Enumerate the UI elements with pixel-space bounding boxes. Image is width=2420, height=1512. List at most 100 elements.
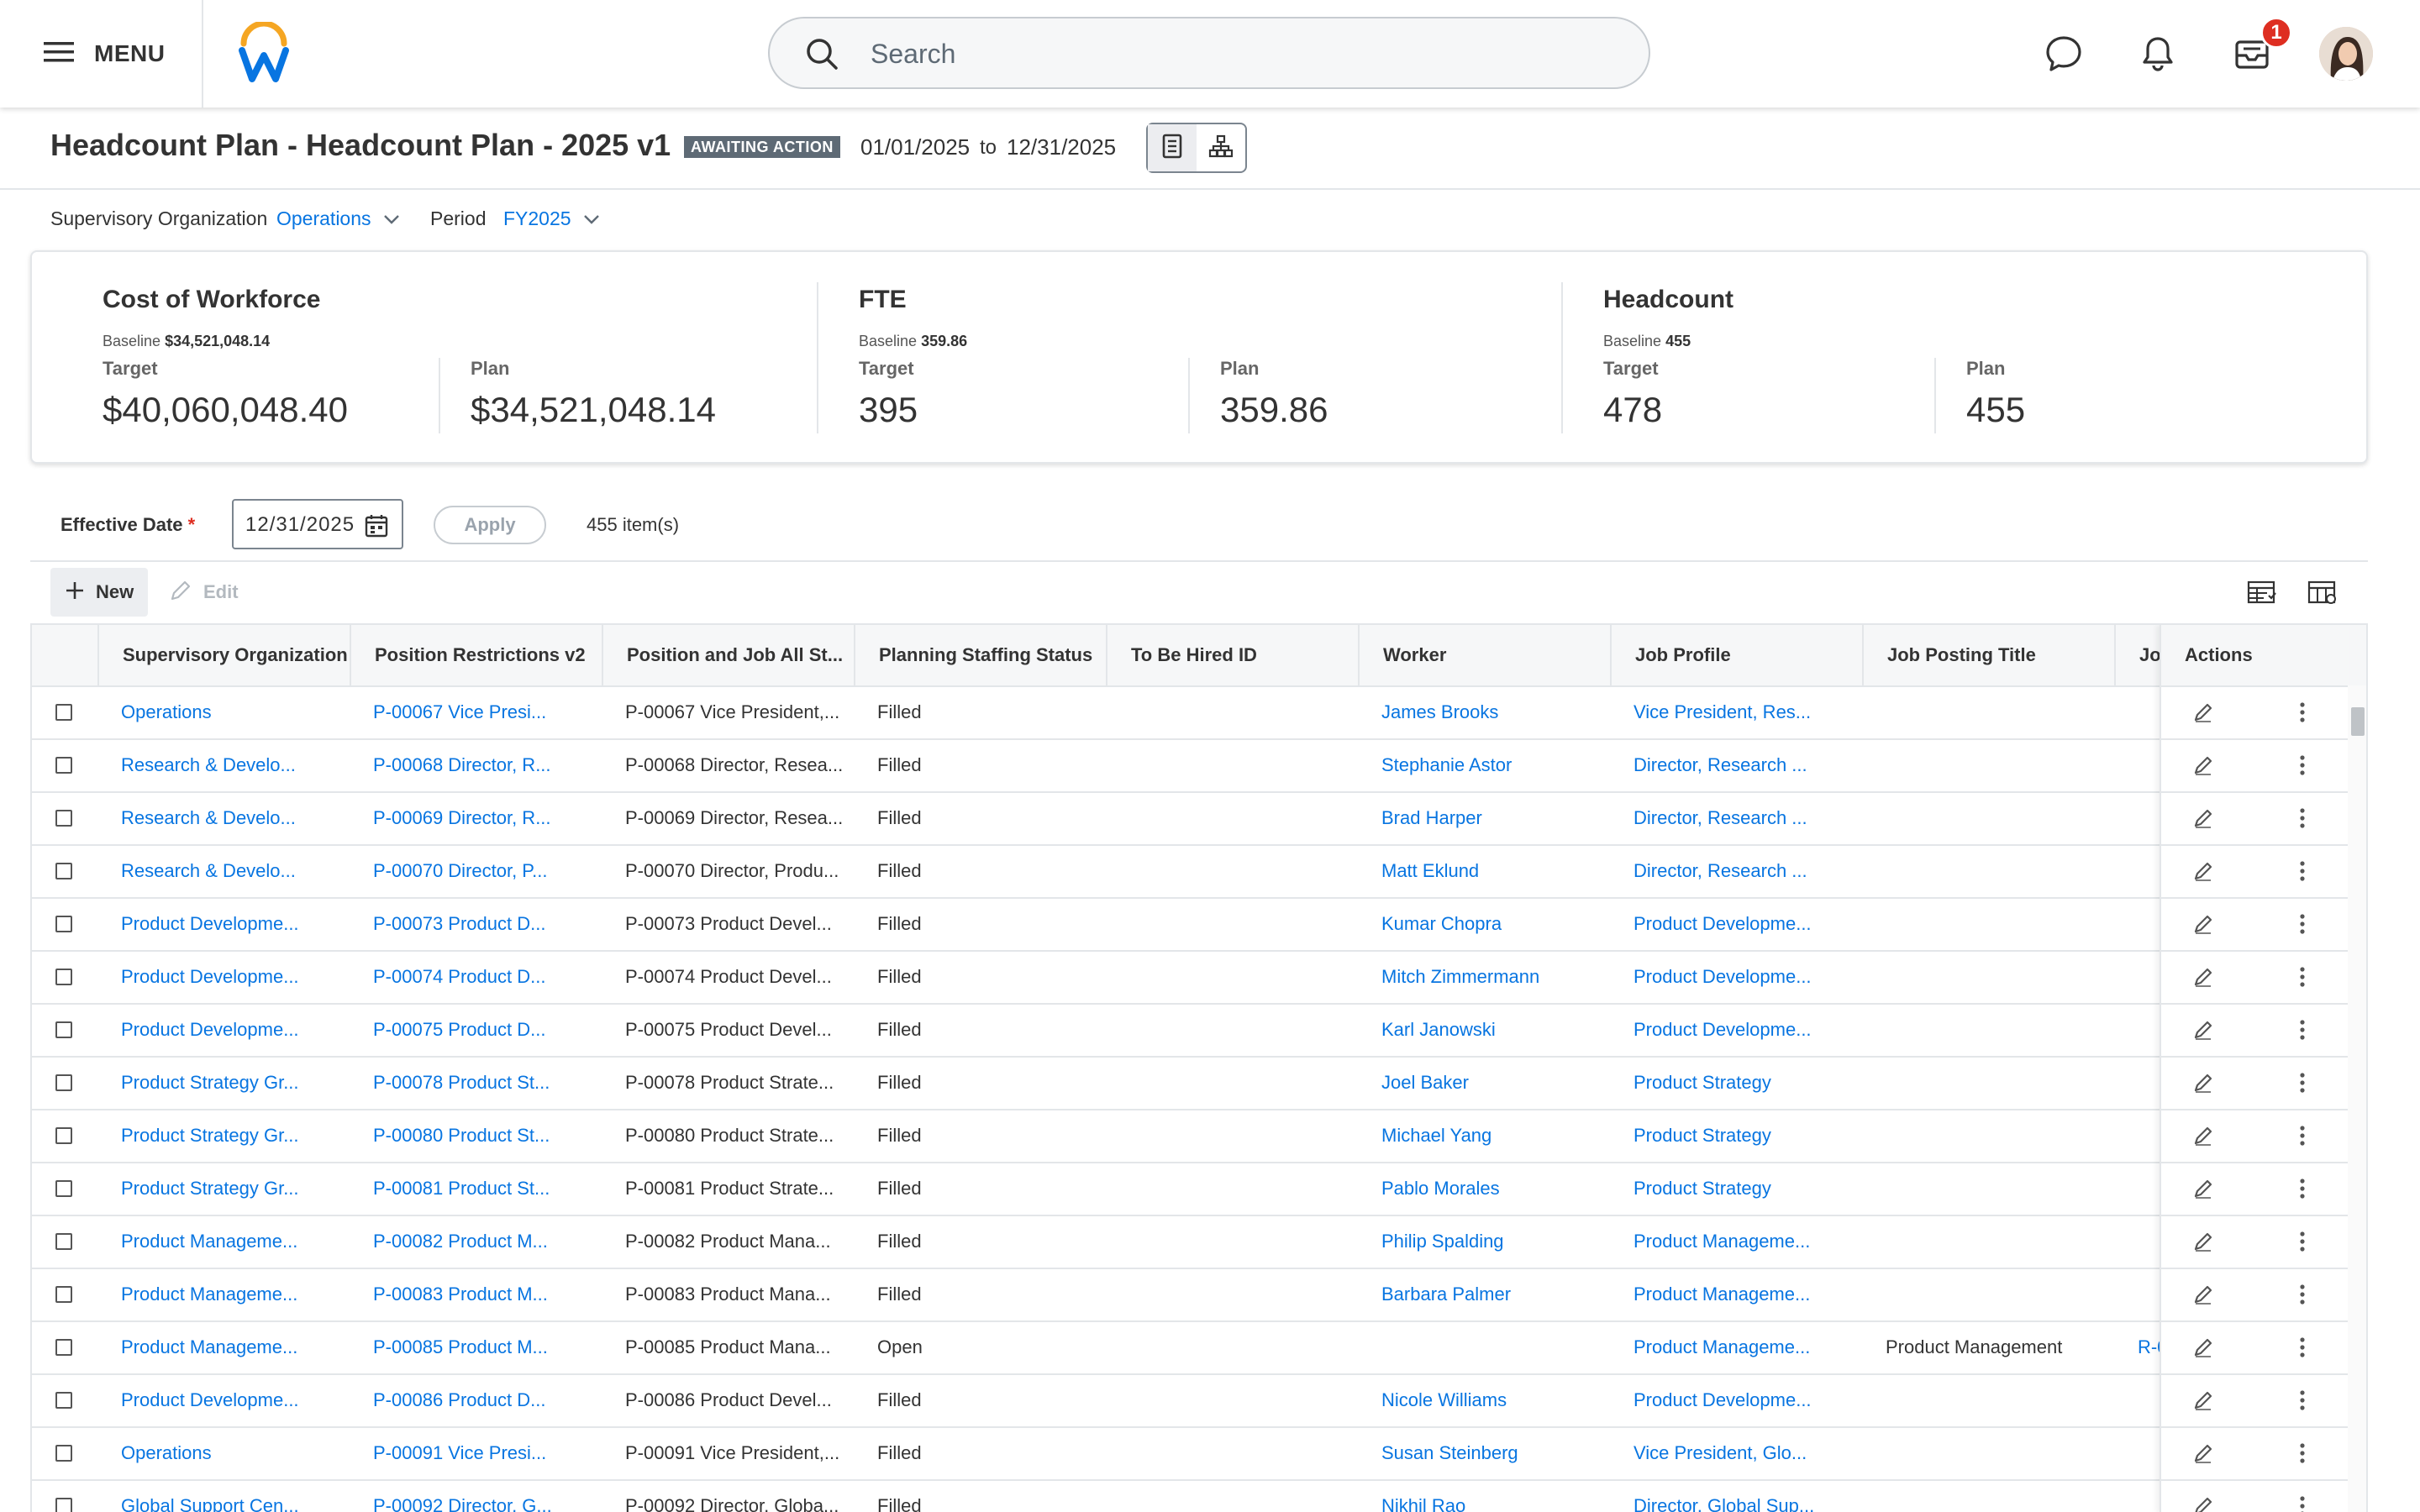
row-checkbox[interactable] [55, 704, 72, 721]
cell-job-requisition[interactable]: R-0 [2114, 1320, 2160, 1373]
row-checkbox[interactable] [55, 1286, 72, 1303]
row-checkbox[interactable] [55, 863, 72, 879]
cell-supervisory-org[interactable]: Research & Develo... [97, 791, 350, 844]
search-bar[interactable] [768, 17, 1650, 89]
row-checkbox[interactable] [55, 757, 72, 774]
pencil-icon[interactable] [2190, 1228, 2217, 1255]
cell-worker[interactable]: Pablo Morales [1358, 1162, 1610, 1215]
cell-job-requisition[interactable] [2114, 1162, 2160, 1215]
cell-job-profile[interactable]: Vice President, Glo... [1610, 1426, 1862, 1479]
row-checkbox[interactable] [55, 1498, 72, 1512]
bell-icon[interactable] [2133, 29, 2183, 79]
cell-job-profile[interactable]: Director, Research ... [1610, 791, 1862, 844]
table-row[interactable]: Product Developme... P-00073 Product D...… [32, 897, 2366, 952]
workday-logo[interactable] [237, 20, 291, 84]
row-checkbox[interactable] [55, 1233, 72, 1250]
cell-job-requisition[interactable] [2114, 1215, 2160, 1268]
column-header[interactable]: Position Restrictions v2 [350, 625, 602, 685]
edit-button[interactable]: Edit [168, 568, 239, 617]
pencil-icon[interactable] [2190, 1016, 2217, 1043]
cell-supervisory-org[interactable]: Product Manageme... [97, 1215, 350, 1268]
column-header[interactable]: Position and Job All St... [602, 625, 854, 685]
cell-job-requisition[interactable] [2114, 897, 2160, 950]
pencil-icon[interactable] [2190, 1387, 2217, 1414]
cell-position-restriction[interactable]: P-00085 Product M... [350, 1320, 602, 1373]
cell-position-restriction[interactable]: P-00078 Product St... [350, 1056, 602, 1109]
row-checkbox[interactable] [55, 810, 72, 827]
row-checkbox[interactable] [55, 1074, 72, 1091]
cell-worker[interactable]: Kumar Chopra [1358, 897, 1610, 950]
cell-job-requisition[interactable] [2114, 1373, 2160, 1426]
cell-job-requisition[interactable] [2114, 738, 2160, 791]
grid-view-button[interactable] [1148, 124, 1197, 171]
table-settings-icon[interactable] [2245, 576, 2279, 610]
more-options-icon[interactable] [2289, 752, 2316, 779]
cell-job-requisition[interactable] [2114, 844, 2160, 897]
cell-supervisory-org[interactable]: Global Support Cen... [97, 1479, 350, 1512]
column-header[interactable]: Jol [2114, 625, 2160, 685]
cell-position-restriction[interactable]: P-00067 Vice Presi... [350, 685, 602, 738]
cell-worker[interactable] [1358, 1320, 1610, 1373]
column-header[interactable]: Job Posting Title [1862, 625, 2114, 685]
table-row[interactable]: Product Developme... P-00075 Product D...… [32, 1003, 2366, 1058]
cell-worker[interactable]: James Brooks [1358, 685, 1610, 738]
column-header[interactable]: Worker [1358, 625, 1610, 685]
cell-worker[interactable]: Nikhil Rao [1358, 1479, 1610, 1512]
pencil-icon[interactable] [2190, 911, 2217, 937]
pencil-icon[interactable] [2190, 1281, 2217, 1308]
column-header[interactable]: Planning Staffing Status [854, 625, 1106, 685]
more-options-icon[interactable] [2289, 699, 2316, 726]
table-row[interactable]: Operations P-00091 Vice Presi... P-00091 V… [32, 1426, 2366, 1481]
cell-job-profile[interactable]: Director, Global Sup... [1610, 1479, 1862, 1512]
cell-job-profile[interactable]: Vice President, Res... [1610, 685, 1862, 738]
row-checkbox[interactable] [55, 1339, 72, 1356]
org-chart-view-button[interactable] [1197, 124, 1245, 171]
period-filter-dropdown[interactable]: FY2025 [503, 207, 600, 230]
pencil-icon[interactable] [2190, 1440, 2217, 1467]
cell-supervisory-org[interactable]: Research & Develo... [97, 738, 350, 791]
table-row[interactable]: Research & Develo... P-00069 Director, R.… [32, 791, 2366, 846]
effective-date-field[interactable]: 12/31/2025 [232, 499, 403, 549]
cell-position-restriction[interactable]: P-00083 Product M... [350, 1268, 602, 1320]
cell-job-profile[interactable]: Product Developme... [1610, 950, 1862, 1003]
cell-position-restriction[interactable]: P-00082 Product M... [350, 1215, 602, 1268]
cell-worker[interactable]: Barbara Palmer [1358, 1268, 1610, 1320]
cell-worker[interactable]: Philip Spalding [1358, 1215, 1610, 1268]
cell-job-requisition[interactable] [2114, 1056, 2160, 1109]
pencil-icon[interactable] [2190, 1175, 2217, 1202]
cell-position-restriction[interactable]: P-00086 Product D... [350, 1373, 602, 1426]
pencil-icon[interactable] [2190, 1493, 2217, 1512]
cell-job-profile[interactable]: Product Developme... [1610, 1373, 1862, 1426]
cell-job-profile[interactable]: Director, Research ... [1610, 844, 1862, 897]
cell-worker[interactable]: Nicole Williams [1358, 1373, 1610, 1426]
row-checkbox[interactable] [55, 916, 72, 932]
more-options-icon[interactable] [2289, 1281, 2316, 1308]
row-checkbox[interactable] [55, 1180, 72, 1197]
cell-worker[interactable]: Karl Janowski [1358, 1003, 1610, 1056]
cell-job-profile[interactable]: Director, Research ... [1610, 738, 1862, 791]
cell-position-restriction[interactable]: P-00074 Product D... [350, 950, 602, 1003]
more-options-icon[interactable] [2289, 911, 2316, 937]
more-options-icon[interactable] [2289, 963, 2316, 990]
pencil-icon[interactable] [2190, 699, 2217, 726]
table-row[interactable]: Product Developme... P-00086 Product D...… [32, 1373, 2366, 1428]
cell-worker[interactable]: Brad Harper [1358, 791, 1610, 844]
cell-supervisory-org[interactable]: Product Strategy Gr... [97, 1056, 350, 1109]
cell-job-profile[interactable]: Product Manageme... [1610, 1268, 1862, 1320]
pencil-icon[interactable] [2190, 752, 2217, 779]
cell-position-restriction[interactable]: P-00073 Product D... [350, 897, 602, 950]
menu-button[interactable]: MENU [42, 32, 165, 76]
column-header[interactable]: Job Profile [1610, 625, 1862, 685]
scrollbar-thumb[interactable] [2351, 707, 2365, 736]
cell-position-restriction[interactable]: P-00081 Product St... [350, 1162, 602, 1215]
avatar[interactable] [2319, 27, 2373, 81]
table-row[interactable]: Product Developme... P-00074 Product D...… [32, 950, 2366, 1005]
apply-button[interactable]: Apply [434, 506, 546, 544]
more-options-icon[interactable] [2289, 1228, 2316, 1255]
cell-job-profile[interactable]: Product Strategy [1610, 1109, 1862, 1162]
cell-job-requisition[interactable] [2114, 1109, 2160, 1162]
more-options-icon[interactable] [2289, 1440, 2316, 1467]
more-options-icon[interactable] [2289, 1016, 2316, 1043]
table-row[interactable]: Global Support Cen... P-00092 Director, G… [32, 1479, 2366, 1512]
cell-job-requisition[interactable] [2114, 950, 2160, 1003]
